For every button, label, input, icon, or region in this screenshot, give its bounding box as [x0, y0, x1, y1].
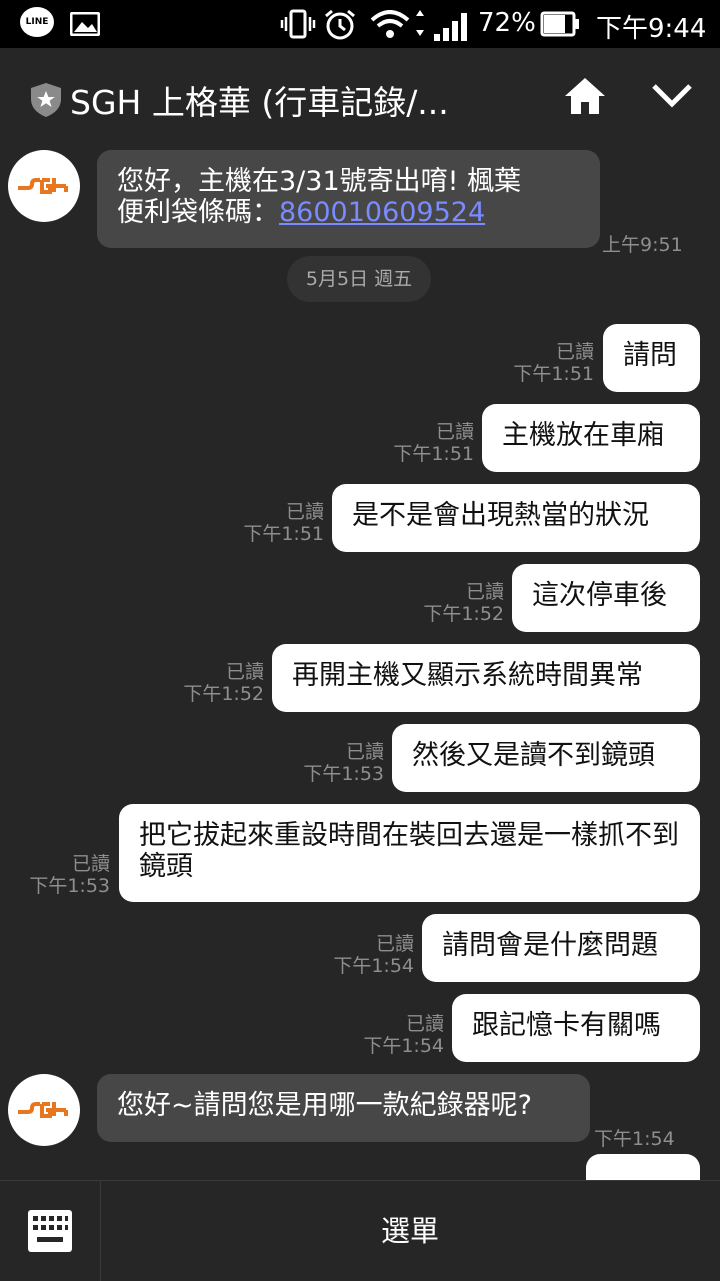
outgoing-message: 是不是會出現熱當的狀況 [332, 484, 700, 552]
official-shield-icon [31, 83, 61, 117]
message-meta: 已讀 下午1:51 [393, 421, 474, 465]
chat-title: SGH 上格華 (行車記錄/... [70, 83, 449, 122]
status-clock: 下午9:44 [596, 14, 707, 44]
gallery-icon [70, 12, 100, 36]
message-time: 下午1:54 [594, 1128, 675, 1150]
keyboard-icon[interactable] [27, 1209, 73, 1253]
chat-header: SGH 上格華 (行車記錄/... [0, 48, 720, 144]
date-separator: 5月5日 週五 [287, 256, 431, 302]
message-meta: 已讀 下午1:54 [333, 933, 414, 977]
home-icon[interactable] [563, 76, 607, 116]
message-text: 便利袋條碼：860010609524 [117, 197, 486, 228]
vibrate-icon [280, 9, 316, 39]
message-time: 上午9:51 [602, 234, 683, 256]
battery-icon [540, 11, 579, 37]
message-meta: 已讀 下午1:54 [363, 1013, 444, 1057]
bottom-bar: 選單 [0, 1180, 720, 1281]
outgoing-message: 再開主機又顯示系統時間異常 [272, 644, 700, 712]
avatar[interactable] [8, 1074, 80, 1146]
alarm-icon [325, 9, 355, 40]
signal-icon [434, 13, 467, 41]
message-meta: 已讀 下午1:53 [29, 853, 110, 897]
chevron-down-icon[interactable] [650, 82, 694, 110]
outgoing-message: 這次停車後 [512, 564, 700, 632]
barcode-link[interactable]: 860010609524 [279, 197, 485, 228]
line-app-icon: LINE [20, 7, 54, 37]
message-meta: 已讀 下午1:51 [513, 341, 594, 385]
outgoing-message: 然後又是讀不到鏡頭 [392, 724, 700, 792]
wifi-icon [370, 10, 424, 38]
status-bar: LINE 72% 下午9:44 [0, 0, 720, 48]
outgoing-message: 請問會是什麼問題 [422, 914, 700, 982]
avatar[interactable] [8, 150, 80, 222]
outgoing-message: 請問 [603, 324, 700, 392]
outgoing-message: 把它拔起來重設時間在裝回去還是一樣抓不到鏡頭 [119, 804, 700, 902]
outgoing-message: 跟記憶卡有關嗎 [452, 994, 700, 1062]
sgh-logo [18, 178, 68, 194]
outgoing-message: 主機放在車廂 [482, 404, 700, 472]
battery-percentage: 72% [478, 8, 536, 38]
sgh-logo [18, 1102, 68, 1118]
menu-button[interactable]: 選單 [100, 1181, 720, 1281]
message-meta: 已讀 下午1:52 [183, 661, 264, 705]
message-meta: 已讀 下午1:52 [423, 581, 504, 625]
incoming-message: 您好~請問您是用哪一款紀錄器呢? [97, 1074, 590, 1142]
incoming-message: 您好，主機在3/31號寄出唷! 楓葉 便利袋條碼：860010609524 [97, 150, 600, 248]
keyboard-toggle[interactable] [0, 1181, 101, 1281]
message-text: 您好，主機在3/31號寄出唷! 楓葉 [117, 166, 522, 197]
message-meta: 已讀 下午1:53 [303, 741, 384, 785]
message-meta: 已讀 下午1:51 [243, 501, 324, 545]
